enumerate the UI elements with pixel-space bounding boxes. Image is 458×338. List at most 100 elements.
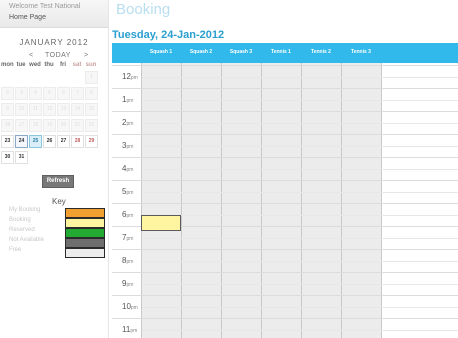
calendar-day-15[interactable]: 15 <box>85 103 98 116</box>
calendar-grid: 1 2 3 4 5 6 7 8 9 10 11 12 13 14 15 16 17 18 19 20 21 22 23 24 2… <box>0 71 108 171</box>
welcome-text: Welcome Test National <box>9 3 81 10</box>
court-column-tennis-3[interactable] <box>341 63 382 338</box>
calendar-day-17[interactable]: 17 <box>15 119 28 132</box>
calendar-day-13[interactable]: 13 <box>57 103 70 116</box>
column-header-tennis-3: Tennis 3 <box>351 49 371 55</box>
calendar-day-9[interactable]: 9 <box>1 103 14 116</box>
time-label-12pm: 12pm <box>122 72 138 81</box>
calendar-weekday-sat: sat <box>72 62 82 68</box>
calendar-day-14[interactable]: 14 <box>71 103 84 116</box>
calendar-weekday-thu: thu <box>44 62 54 68</box>
half-hour-divider <box>142 146 458 147</box>
court-column-squash-2[interactable] <box>181 63 222 338</box>
calendar-day-22[interactable]: 22 <box>85 119 98 132</box>
calendar-day-21[interactable]: 21 <box>71 119 84 132</box>
time-label-5pm: 5pm <box>122 187 133 196</box>
time-label-7pm: 7pm <box>122 233 133 242</box>
time-suffix: pm <box>130 305 138 311</box>
court-column-squash-1[interactable] <box>141 63 182 338</box>
hour-divider <box>112 111 458 112</box>
half-hour-divider <box>142 330 458 331</box>
court-column-tennis-2[interactable] <box>301 63 342 338</box>
refresh-button[interactable]: Refresh <box>42 175 74 188</box>
calendar-day-23[interactable]: 23 <box>1 135 14 148</box>
key-title: Key <box>52 197 66 206</box>
key-swatch-booking <box>65 218 105 228</box>
column-header-squash-1: Squash 1 <box>149 49 173 55</box>
calendar-day-31[interactable]: 31 <box>15 151 28 164</box>
key-swatch-my-booking <box>65 208 105 218</box>
calendar-day-26[interactable]: 26 <box>43 135 56 148</box>
calendar-day-18[interactable]: 18 <box>29 119 42 132</box>
home-page-link[interactable]: Home Page <box>9 14 46 21</box>
calendar-day-11[interactable]: 11 <box>29 103 42 116</box>
time-suffix: pm <box>126 167 134 173</box>
calendar-day-empty <box>57 151 70 164</box>
key-label-my-booking: My Booking <box>9 207 41 213</box>
hour-divider <box>112 134 458 135</box>
calendar-day-19[interactable]: 19 <box>43 119 56 132</box>
calendar-day-29[interactable]: 29 <box>85 135 98 148</box>
calendar-day-4[interactable]: 4 <box>29 87 42 100</box>
court-column-tennis-1[interactable] <box>261 63 302 338</box>
calendar-day-12[interactable]: 12 <box>43 103 56 116</box>
hour-divider <box>112 157 458 158</box>
time-suffix: pm <box>126 259 134 265</box>
hour-divider <box>112 88 458 89</box>
calendar-day-16[interactable]: 16 <box>1 119 14 132</box>
calendar-day-30[interactable]: 30 <box>1 151 14 164</box>
calendar-day-empty <box>71 151 84 164</box>
calendar-day-3[interactable]: 3 <box>15 87 28 100</box>
calendar-month-title: JANUARY 2012 <box>19 38 89 47</box>
calendar-prev-button[interactable]: < <box>29 52 33 59</box>
half-hour-divider <box>142 123 458 124</box>
time-suffix: pm <box>130 75 138 81</box>
half-hour-divider <box>142 307 458 308</box>
booking-slot-squash-1-6pm[interactable] <box>141 215 181 231</box>
calendar-day-7[interactable]: 7 <box>71 87 84 100</box>
time-suffix: pm <box>126 98 134 104</box>
calendar-day-empty <box>29 71 42 84</box>
calendar-weekday-row: mon tue wed thu fri sat sun <box>0 62 108 71</box>
calendar-weekday-sun: sun <box>85 62 97 68</box>
calendar-day-8[interactable]: 8 <box>85 87 98 100</box>
court-column-squash-3[interactable] <box>221 63 262 338</box>
calendar-day-5[interactable]: 5 <box>43 87 56 100</box>
sidebar: Welcome Test National Home Page JANUARY … <box>0 0 109 338</box>
page-title: Booking <box>116 1 171 18</box>
column-header-squash-3: Squash 3 <box>229 49 253 55</box>
hour-divider <box>112 272 458 273</box>
calendar-day-27[interactable]: 27 <box>57 135 70 148</box>
half-hour-divider <box>142 192 458 193</box>
calendar-day-20[interactable]: 20 <box>57 119 70 132</box>
time-hour: 12 <box>122 72 131 81</box>
calendar-day-empty <box>57 71 70 84</box>
calendar-day-1[interactable]: 1 <box>85 71 98 84</box>
key-label-not-available: Not Available <box>9 237 44 243</box>
calendar-day-empty <box>43 151 56 164</box>
hour-divider <box>112 203 458 204</box>
calendar-day-24[interactable]: 24 <box>15 135 28 148</box>
calendar-day-25[interactable]: 25 <box>29 135 42 148</box>
half-hour-divider <box>142 261 458 262</box>
half-hour-divider <box>142 77 458 78</box>
time-label-11pm: 11pm <box>122 325 137 334</box>
time-label-8pm: 8pm <box>122 256 133 265</box>
calendar-day-empty <box>85 151 98 164</box>
half-hour-divider <box>142 169 458 170</box>
calendar-next-button[interactable]: > <box>84 52 88 59</box>
time-label-3pm: 3pm <box>122 141 133 150</box>
calendar-today-button[interactable]: TODAY <box>45 52 71 59</box>
column-header-tennis-2: Tennis 2 <box>311 49 331 55</box>
calendar-day-6[interactable]: 6 <box>57 87 70 100</box>
time-suffix: pm <box>126 282 134 288</box>
time-label-6pm: 6pm <box>122 210 133 219</box>
time-suffix: pm <box>126 236 134 242</box>
time-suffix: pm <box>130 328 138 334</box>
booking-grid: 12pm 1pm 2pm 3pm 4pm 5pm 6pm 7pm 8pm 9pm 10pm 11pm <box>112 63 458 338</box>
calendar-day-28[interactable]: 28 <box>71 135 84 148</box>
calendar-day-2[interactable]: 2 <box>1 87 14 100</box>
calendar-day-10[interactable]: 10 <box>15 103 28 116</box>
key-label-reserved: Reserved <box>9 227 35 233</box>
time-suffix: pm <box>126 190 134 196</box>
